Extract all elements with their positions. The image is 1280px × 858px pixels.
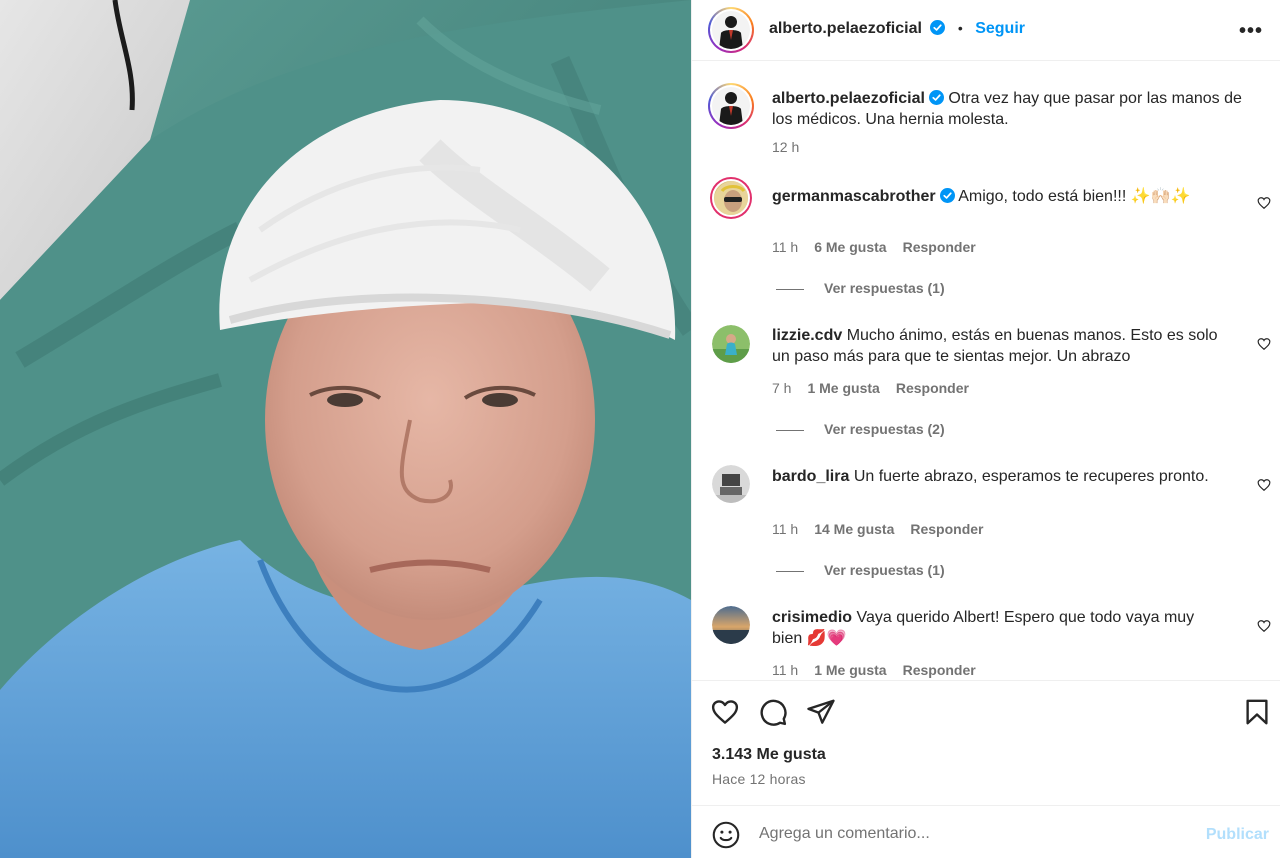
like-comment-heart-icon[interactable] (1257, 619, 1271, 633)
comment-time[interactable]: 11 h (772, 521, 798, 537)
view-replies-label[interactable]: Ver respuestas (2) (824, 421, 945, 437)
reply-button[interactable]: Responder (903, 662, 976, 678)
follow-button[interactable]: Seguir (975, 20, 1025, 37)
comment-time[interactable]: 11 h (772, 239, 798, 255)
post-photo[interactable] (0, 0, 691, 858)
view-replies-label[interactable]: Ver respuestas (1) (824, 280, 945, 296)
comment-meta: 11 h 1 Me gusta Responder (772, 662, 976, 678)
comment-time[interactable]: 7 h (772, 380, 791, 396)
reply-button[interactable]: Responder (903, 239, 976, 255)
reply-button[interactable]: Responder (910, 521, 983, 537)
emoji-icon[interactable] (712, 821, 740, 849)
view-replies-button[interactable]: Ver respuestas (1) (776, 562, 945, 578)
view-replies-button[interactable]: Ver respuestas (2) (776, 421, 945, 437)
comment-body: bardo_lira Un fuerte abrazo, esperamos t… (772, 466, 1222, 487)
like-comment-heart-icon[interactable] (1257, 337, 1271, 351)
comment-username[interactable]: lizzie.cdv (772, 327, 842, 344)
commenter-avatar[interactable] (712, 179, 750, 217)
comment-meta: 11 h 14 Me gusta Responder (772, 521, 983, 537)
like-comment-heart-icon[interactable] (1257, 196, 1271, 210)
reply-button[interactable]: Responder (896, 380, 969, 396)
caption-time[interactable]: 12 h (772, 139, 799, 155)
comment-likes[interactable]: 6 Me gusta (814, 239, 886, 255)
comment-likes[interactable]: 1 Me gusta (814, 662, 886, 678)
commenter-avatar[interactable] (712, 325, 750, 363)
likes-count[interactable]: 3.143 Me gusta (712, 746, 826, 764)
author-username[interactable]: alberto.pelaezoficial (769, 20, 922, 37)
view-replies-label[interactable]: Ver respuestas (1) (824, 562, 945, 578)
caption-username[interactable]: alberto.pelaezoficial (772, 90, 925, 107)
comment-icon[interactable] (758, 697, 788, 727)
comment-meta: 7 h 1 Me gusta Responder (772, 380, 969, 396)
post-side-panel: alberto.pelaezoficial • Seguir ••• alber… (691, 0, 1280, 858)
verified-badge-icon (939, 188, 955, 203)
post-actions: 3.143 Me gusta Hace 12 horas (692, 680, 1280, 805)
comment-username[interactable]: bardo_lira (772, 468, 849, 485)
more-options-icon[interactable]: ••• (1239, 20, 1263, 43)
comment-likes[interactable]: 14 Me gusta (814, 521, 894, 537)
comment-username[interactable]: germanmascabrother (772, 188, 936, 205)
verified-badge-icon (928, 90, 944, 105)
view-replies-button[interactable]: Ver respuestas (1) (776, 280, 945, 296)
comment-likes[interactable]: 1 Me gusta (807, 380, 879, 396)
share-icon[interactable] (806, 697, 836, 727)
replies-divider (776, 570, 804, 572)
post-header: alberto.pelaezoficial • Seguir ••• (692, 0, 1280, 61)
heart-icon[interactable] (710, 697, 740, 727)
caption-meta: 12 h (772, 139, 799, 155)
like-comment-heart-icon[interactable] (1257, 478, 1271, 492)
caption-author-avatar[interactable] (708, 83, 754, 129)
post-timestamp: Hace 12 horas (712, 771, 806, 787)
commenter-avatar[interactable] (712, 606, 750, 644)
comment-input[interactable] (759, 820, 1179, 848)
commenter-avatar[interactable] (712, 465, 750, 503)
comment-body: crisimedio Vaya querido Albert! Espero q… (772, 607, 1222, 649)
comment-body: germanmascabrother Amigo, todo está bien… (772, 186, 1222, 207)
bookmark-icon[interactable] (1242, 697, 1272, 727)
replies-divider (776, 288, 804, 290)
comment-text: Amigo, todo está bien!!! ✨🙌🏻✨ (958, 188, 1191, 205)
comments-list[interactable]: alberto.pelaezoficial Otra vez hay que p… (692, 61, 1280, 680)
comment-meta: 11 h 6 Me gusta Responder (772, 239, 976, 255)
author-avatar[interactable] (708, 7, 754, 53)
comment-username[interactable]: crisimedio (772, 609, 852, 626)
caption-text-block: alberto.pelaezoficial Otra vez hay que p… (772, 88, 1242, 130)
comment-body: lizzie.cdv Mucho ánimo, estás en buenas … (772, 325, 1222, 367)
publish-button[interactable]: Publicar (1206, 826, 1269, 844)
separator-dot: • (957, 20, 963, 36)
comment-text: Un fuerte abrazo, esperamos te recuperes… (853, 468, 1209, 485)
post-image (0, 0, 691, 858)
replies-divider (776, 429, 804, 431)
verified-badge-icon (930, 20, 946, 35)
comment-composer: Publicar (692, 805, 1280, 858)
comment-time[interactable]: 11 h (772, 662, 798, 678)
